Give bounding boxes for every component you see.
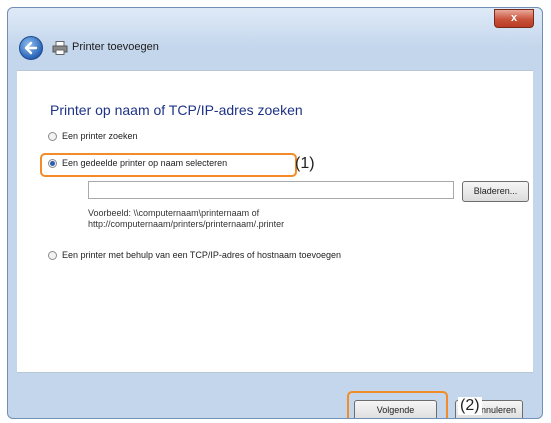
- option-label-shared-printer[interactable]: Een gedeelde printer op naam selecteren: [62, 158, 227, 168]
- callout-label-1: (1): [295, 155, 315, 172]
- close-icon: x: [510, 12, 518, 24]
- back-button[interactable]: [19, 36, 43, 60]
- add-printer-dialog: x Printer toevoegen Printer op naam of T…: [7, 7, 543, 419]
- example-line-2: http://computernaam/printers/printernaam…: [88, 219, 285, 229]
- option-label-tcpip-printer[interactable]: Een printer met behulp van een TCP/IP-ad…: [62, 250, 341, 260]
- back-arrow-icon: [24, 41, 38, 55]
- printer-name-input[interactable]: [88, 181, 454, 199]
- printer-icon: [52, 41, 68, 55]
- next-button[interactable]: Volgende: [354, 400, 437, 418]
- window-title: Printer toevoegen: [72, 41, 159, 53]
- example-text: Voorbeeld: \\computernaam\printernaam of…: [88, 208, 284, 230]
- close-button[interactable]: x: [494, 9, 534, 28]
- radio-tcpip-printer[interactable]: [48, 251, 57, 260]
- browse-button[interactable]: Bladeren...: [462, 181, 529, 202]
- radio-shared-printer[interactable]: [48, 159, 57, 168]
- callout-label-2: (2): [458, 397, 482, 415]
- content-area: Printer op naam of TCP/IP-adres zoeken E…: [17, 70, 533, 373]
- page-heading: Printer op naam of TCP/IP-adres zoeken: [50, 102, 303, 118]
- radio-find-printer[interactable]: [48, 132, 57, 141]
- option-label-find-printer[interactable]: Een printer zoeken: [62, 131, 138, 141]
- example-line-1: Voorbeeld: \\computernaam\printernaam of: [88, 208, 260, 218]
